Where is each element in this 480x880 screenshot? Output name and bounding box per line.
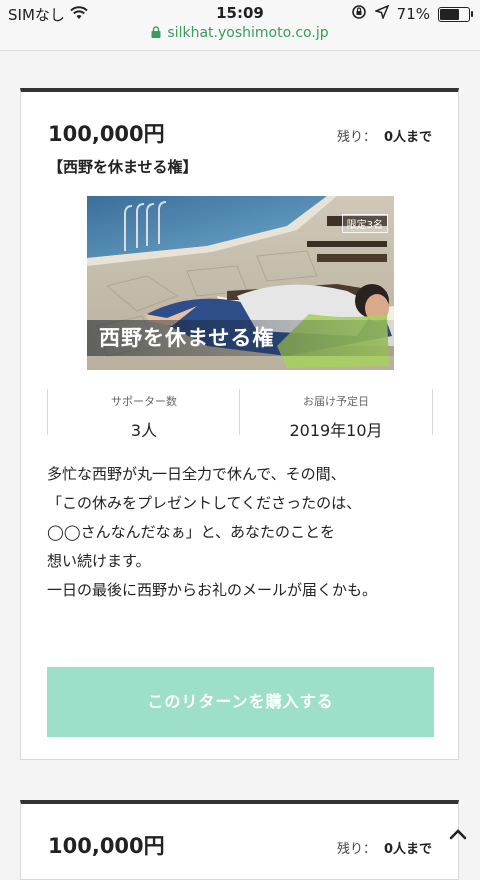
return-title: 【西野を休ませる権】 <box>48 158 198 176</box>
orientation-lock-icon <box>351 4 367 24</box>
stat-value: 3人 <box>130 421 158 440</box>
supporter-count: サポーター数 3人 <box>47 389 240 440</box>
return-card: 100,000円 残り： 0人まで 【西野を休ませる権】 限定3名 西野を休ませ… <box>20 88 459 760</box>
remaining-label: 残り： <box>336 842 376 857</box>
delivery-date: お届け予定日 2019年10月 <box>239 389 433 440</box>
remaining-value: 0人まで <box>383 842 432 857</box>
status-bar: SIMなし 15:09 71% silkhat.yoshimoto.co.jp <box>0 0 480 51</box>
return-price: 100,000円 <box>48 122 165 146</box>
url-text: silkhat.yoshimoto.co.jp <box>167 25 329 41</box>
address-bar[interactable]: silkhat.yoshimoto.co.jp <box>0 25 480 42</box>
stat-value: 2019年10月 <box>289 421 383 440</box>
stat-label: サポーター数 <box>111 395 177 408</box>
remaining-value: 0人まで <box>383 130 432 145</box>
description-line: 想い続けます。 <box>47 552 151 570</box>
buy-return-button[interactable]: このリターンを購入する <box>47 667 434 737</box>
chevron-up-icon[interactable] <box>448 826 468 842</box>
remaining-count: 残り： 0人まで <box>337 838 432 857</box>
lock-icon <box>151 26 161 42</box>
return-stats: サポーター数 3人 お届け予定日 2019年10月 <box>47 389 433 440</box>
location-icon <box>373 4 390 23</box>
return-card: 100,000円 残り： 0人まで <box>20 800 459 880</box>
return-price: 100,000円 <box>48 834 165 858</box>
return-description: 多忙な西野が丸一日全力で休んで、その間、 「この休みをプレゼントしてくださったの… <box>47 460 437 605</box>
return-image: 限定3名 西野を休ませる権 <box>87 196 394 370</box>
remaining-label: 残り： <box>336 130 376 145</box>
remaining-count: 残り： 0人まで <box>337 126 432 145</box>
image-caption: 西野を休ませる権 <box>87 320 394 356</box>
description-line: ◯◯さんなんだなぁ」と、あなたのことを <box>47 523 335 541</box>
limited-badge: 限定3名 <box>341 214 388 233</box>
battery-level <box>440 8 460 20</box>
battery-icon <box>438 6 473 22</box>
description-line: 多忙な西野が丸一日全力で休んで、その間、 <box>47 465 346 483</box>
stat-label: お届け予定日 <box>303 395 369 408</box>
battery-percent: 71% <box>396 5 430 23</box>
description-line: 「この休みをプレゼントしてくださったのは、 <box>47 494 362 512</box>
description-line: 一日の最後に西野からお礼のメールが届くかも。 <box>47 581 378 599</box>
